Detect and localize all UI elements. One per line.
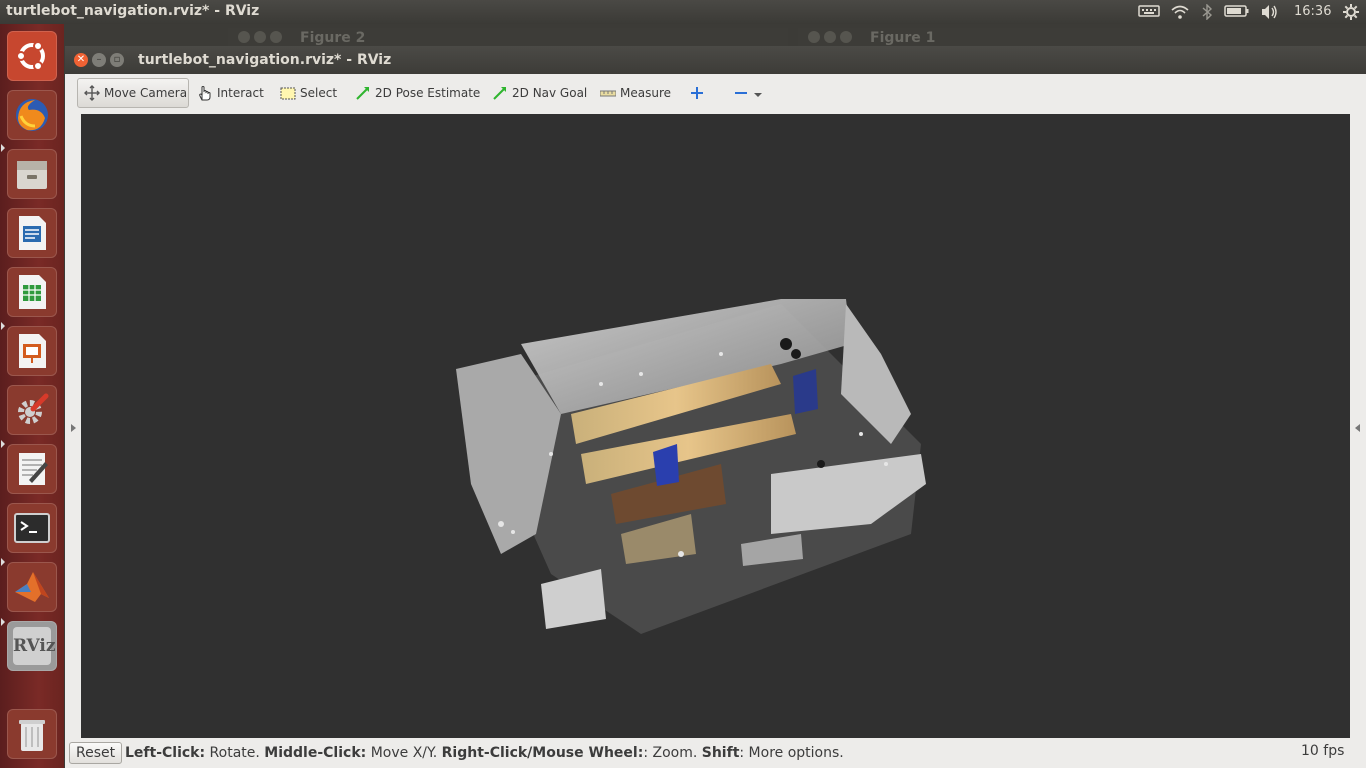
background-window-figure-2[interactable]: Figure 2 <box>228 28 788 48</box>
rviz-label: RViz <box>13 627 56 665</box>
window-controls <box>808 31 856 47</box>
hint-text: : More options. <box>739 745 844 761</box>
hint-text: Rotate. <box>205 745 265 761</box>
trash-icon[interactable] <box>7 709 57 759</box>
hint-key: Middle-Click: <box>264 745 367 761</box>
plus-icon <box>689 85 705 101</box>
launcher: RViz <box>0 24 64 768</box>
battery-icon[interactable] <box>1224 4 1250 20</box>
settings-icon[interactable] <box>7 385 57 435</box>
2d-nav-goal-button[interactable]: 2D Nav Goal <box>492 78 587 108</box>
gear-icon[interactable] <box>1342 3 1360 20</box>
reset-button[interactable]: Reset <box>69 742 123 764</box>
hint-key: Shift <box>701 745 740 761</box>
running-indicator <box>1 322 5 330</box>
impress-icon[interactable] <box>7 326 57 376</box>
status-bar: Reset Left-Click: Rotate. Middle-Click: … <box>65 738 1366 768</box>
hint-text: : Zoom. <box>643 745 702 761</box>
volume-icon[interactable] <box>1260 4 1280 20</box>
remove-tool-button[interactable] <box>733 78 767 108</box>
fps-counter: 10 fps <box>1301 743 1345 759</box>
active-window-title: turtlebot_navigation.rviz* - RViz <box>6 3 260 19</box>
terminal-icon[interactable] <box>7 503 57 553</box>
toolbar: Move Camera Interact Select 2D Pose Esti… <box>65 74 1366 114</box>
text-editor-icon[interactable] <box>7 444 57 494</box>
green-arrow-icon <box>492 85 508 101</box>
background-window-figure-1[interactable]: Figure 1 <box>798 28 1366 48</box>
running-indicator <box>1 440 5 448</box>
interact-button[interactable]: Interact <box>197 78 264 108</box>
minus-icon <box>733 85 749 101</box>
bluetooth-icon[interactable] <box>1201 3 1213 21</box>
green-arrow-icon <box>355 85 371 101</box>
expand-right-icon <box>1355 424 1360 432</box>
add-tool-button[interactable] <box>689 78 709 108</box>
maximize-button[interactable]: ▫ <box>110 53 124 67</box>
point-cloud-render <box>456 299 926 634</box>
move-camera-label: Move Camera <box>104 86 188 100</box>
chevron-down-icon <box>753 85 763 101</box>
measure-button[interactable]: Measure <box>599 78 671 108</box>
ubuntu-dash-icon[interactable] <box>7 31 57 81</box>
files-icon[interactable] <box>7 149 57 199</box>
running-indicator <box>1 144 5 152</box>
wifi-icon[interactable] <box>1170 4 1190 20</box>
minimize-button[interactable]: – <box>92 53 106 67</box>
window-titlebar[interactable]: ✕ – ▫ turtlebot_navigation.rviz* - RViz <box>65 46 1366 74</box>
hint-text: Move X/Y. <box>366 745 442 761</box>
close-button[interactable]: ✕ <box>74 53 88 67</box>
rviz-window: ✕ – ▫ turtlebot_navigation.rviz* - RViz … <box>65 46 1366 768</box>
expand-left-icon <box>71 424 76 432</box>
hint-key: Left-Click: <box>125 745 206 761</box>
select-box-icon <box>280 85 296 101</box>
running-indicator <box>1 618 5 626</box>
right-panel-handle[interactable] <box>1350 114 1366 738</box>
mouse-hint: Left-Click: Rotate. Middle-Click: Move X… <box>125 745 844 761</box>
interact-label: Interact <box>217 86 264 100</box>
3d-viewport[interactable] <box>81 114 1350 738</box>
2d-nav-goal-label: 2D Nav Goal <box>512 86 588 100</box>
writer-icon[interactable] <box>7 208 57 258</box>
firefox-icon[interactable] <box>7 90 57 140</box>
2d-pose-estimate-button[interactable]: 2D Pose Estimate <box>355 78 480 108</box>
window-controls <box>238 31 286 47</box>
clock[interactable]: 16:36 <box>1294 4 1331 19</box>
hand-pointer-icon <box>197 85 213 101</box>
move-camera-button[interactable]: Move Camera <box>77 78 189 108</box>
2d-pose-estimate-label: 2D Pose Estimate <box>375 86 481 100</box>
left-panel-handle[interactable] <box>65 114 81 738</box>
ruler-icon <box>599 85 617 101</box>
background-window-title: Figure 2 <box>300 30 366 46</box>
window-title: turtlebot_navigation.rviz* - RViz <box>138 52 392 68</box>
measure-label: Measure <box>620 86 671 100</box>
calc-icon[interactable] <box>7 267 57 317</box>
keyboard-icon[interactable] <box>1138 4 1160 20</box>
background-window-title: Figure 1 <box>870 30 936 46</box>
rviz-icon[interactable]: RViz <box>7 621 57 671</box>
running-indicator <box>1 558 5 566</box>
move-arrows-icon <box>84 85 100 101</box>
top-panel: turtlebot_navigation.rviz* - RViz 16:36 <box>0 0 1366 24</box>
select-label: Select <box>300 86 338 100</box>
hint-key: Right-Click/Mouse Wheel: <box>441 745 644 761</box>
select-button[interactable]: Select <box>280 78 337 108</box>
matlab-icon[interactable] <box>7 562 57 612</box>
